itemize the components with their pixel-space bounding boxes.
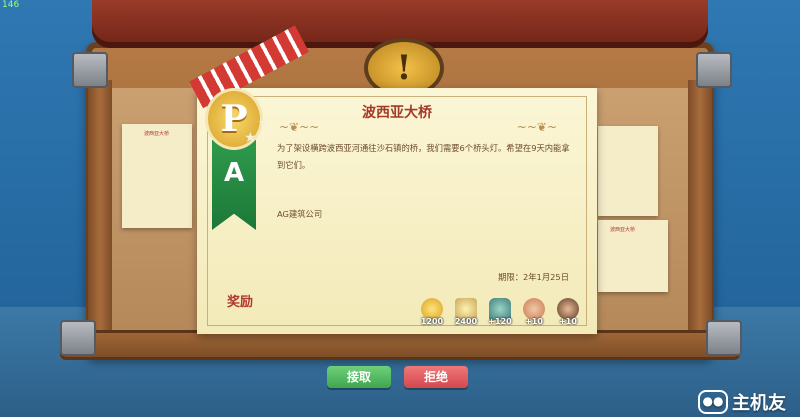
decline-button[interactable]: 拒绝	[404, 366, 468, 388]
reward-item: +10	[553, 298, 583, 326]
flourish-right-icon: ~~❦~	[516, 120, 557, 134]
fps-counter: 146	[2, 0, 20, 10]
quest-client: AG建筑公司	[277, 209, 323, 219]
right-pillar	[688, 80, 712, 340]
reward-label: 奖励	[227, 295, 254, 310]
bracket-bottom-left	[60, 320, 96, 356]
side-quest-note-left[interactable]: 波西亚大桥	[122, 124, 192, 228]
bracket-bottom-right	[706, 320, 742, 356]
bracket-top-right	[696, 52, 732, 88]
flourish-left-icon: ~❦~~	[279, 120, 320, 134]
accept-button[interactable]: 接取	[327, 366, 391, 388]
gamepad-icon: ●●	[698, 390, 728, 414]
quest-board-base	[60, 330, 740, 360]
quest-deadline: 期限：2年1月25日	[498, 272, 569, 282]
reward-item: 2400	[451, 298, 481, 326]
left-pillar	[88, 80, 112, 340]
reward-item: +120	[485, 298, 515, 326]
bracket-top-left	[72, 52, 108, 88]
star-icon: ★	[244, 130, 257, 146]
quest-description: 为了架设横跨波西亚河通往沙石镇的桥，我们需要6个桥头灯。希望在9天内能拿到它们。	[277, 143, 570, 170]
watermark: ●● 主机友	[698, 389, 786, 415]
star-icon: ★	[258, 116, 268, 129]
side-quest-note-right-bottom[interactable]: 波西亚大桥	[598, 220, 668, 292]
reward-item: 1200	[417, 298, 447, 326]
side-quest-note-right-top[interactable]	[598, 126, 658, 216]
reward-item: +10	[519, 298, 549, 326]
reward-list: 1200 2400 +120 +10 +10	[417, 298, 583, 326]
